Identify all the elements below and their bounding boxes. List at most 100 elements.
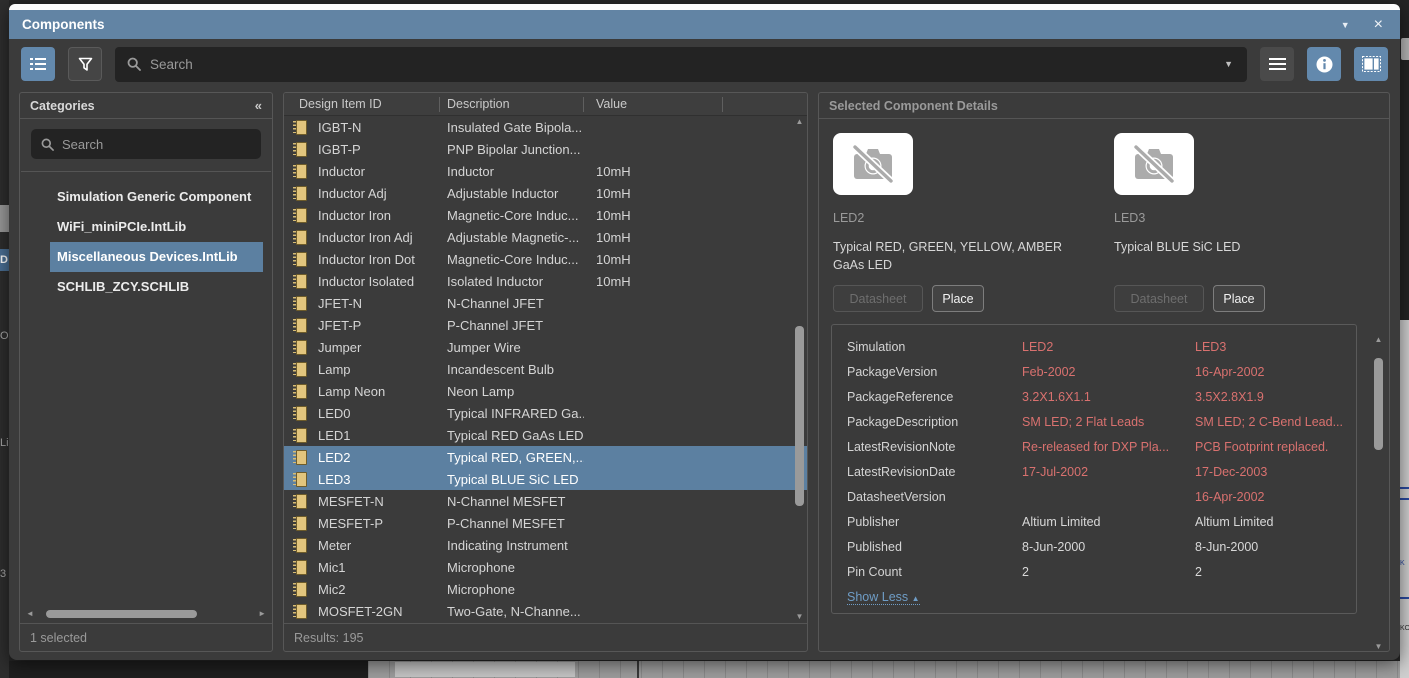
categories-search-input[interactable] xyxy=(62,136,251,152)
scroll-right-icon[interactable]: ► xyxy=(258,610,266,618)
table-row[interactable]: LED2 Typical RED, GREEN,... xyxy=(284,446,807,468)
table-row[interactable]: Mic2 Microphone xyxy=(284,578,807,600)
column-header[interactable]: Design Item ID xyxy=(284,96,440,112)
details-vertical-scrollbar[interactable]: ▲ ▼ xyxy=(1372,336,1385,651)
table-row[interactable]: MESFET-N N-Channel MESFET xyxy=(284,490,807,512)
description-cell: Microphone xyxy=(447,559,515,575)
property-row: PackageDescription SM LED; 2 Flat Leads SM… xyxy=(832,409,1356,434)
description-cell: Adjustable Inductor xyxy=(447,185,559,201)
property-value-led3: 3.5X2.8X1.9 xyxy=(1195,389,1264,404)
show-less-link[interactable]: Show Less ▲ xyxy=(847,590,920,605)
close-icon[interactable]: × xyxy=(1374,16,1383,33)
table-row[interactable]: Inductor Iron Magnetic-Core Induc... 10mH xyxy=(284,204,807,226)
component-icon-cell xyxy=(284,185,318,201)
place-button[interactable]: Place xyxy=(1213,285,1265,312)
table-row[interactable]: Jumper Jumper Wire xyxy=(284,336,807,358)
details-toggle-button[interactable] xyxy=(1307,47,1341,81)
panel-titlebar: Components ▼ × xyxy=(9,10,1400,39)
panel-content: Categories « Simulation Generic Componen… xyxy=(19,92,1390,652)
table-row[interactable]: Inductor Inductor 10mH xyxy=(284,160,807,182)
component-chip-icon xyxy=(292,141,307,157)
description-cell: Typical RED GaAs LED xyxy=(447,427,584,443)
category-list: Simulation Generic Component WiFi_miniPCI… xyxy=(20,172,272,605)
scrollbar-track[interactable] xyxy=(1374,344,1383,643)
place-button[interactable]: Place xyxy=(932,285,984,312)
panel-menu-button[interactable] xyxy=(1260,47,1294,81)
scrollbar-thumb[interactable] xyxy=(1374,358,1383,450)
table-row[interactable]: Mic1 Microphone xyxy=(284,556,807,578)
table-row[interactable]: IGBT-P PNP Bipolar Junction... xyxy=(284,138,807,160)
column-header[interactable]: Value xyxy=(584,96,723,112)
table-row[interactable]: Lamp Incandescent Bulb xyxy=(284,358,807,380)
table-row[interactable]: Inductor Adj Adjustable Inductor 10mH xyxy=(284,182,807,204)
property-value-led2: LED2 xyxy=(1022,339,1054,354)
table-row[interactable]: LED0 Typical INFRARED Ga... xyxy=(284,402,807,424)
component-icon-cell xyxy=(284,537,318,553)
split-view-button[interactable] xyxy=(1354,47,1388,81)
description-cell: Magnetic-Core Induc... xyxy=(447,251,579,267)
component-icon-cell xyxy=(284,339,318,355)
table-row[interactable]: LED1 Typical RED GaAs LED xyxy=(284,424,807,446)
table-row[interactable]: JFET-P P-Channel JFET xyxy=(284,314,807,336)
component-image-placeholder xyxy=(1114,133,1194,195)
component-icon-cell xyxy=(284,427,318,443)
search-dropdown-icon[interactable]: ▼ xyxy=(1224,59,1235,69)
category-item[interactable]: Simulation Generic Component xyxy=(20,182,272,212)
table-row[interactable]: Inductor Iron Dot Magnetic-Core Induc... 1… xyxy=(284,248,807,270)
value-cell: 10mH xyxy=(596,251,631,267)
property-name: LatestRevisionNote xyxy=(847,439,956,454)
table-body: IGBT-N Insulated Gate Bipola... IGBT-P PNP … xyxy=(284,116,807,623)
description-cell: Typical INFRARED Ga... xyxy=(447,405,584,421)
info-icon xyxy=(1316,56,1332,72)
filter-button[interactable] xyxy=(68,47,102,81)
component-chip-icon xyxy=(292,559,307,575)
design-item-id-cell: IGBT-P xyxy=(318,141,361,157)
design-item-id-cell: LED0 xyxy=(318,405,351,421)
category-item[interactable]: Miscellaneous Devices.IntLib xyxy=(50,242,263,272)
scrollbar-track[interactable] xyxy=(795,126,804,613)
scroll-up-icon[interactable]: ▲ xyxy=(796,118,804,126)
scroll-up-icon[interactable]: ▲ xyxy=(1375,336,1383,344)
background-text-fragment: Li xyxy=(0,437,9,449)
table-row[interactable]: Meter Indicating Instrument xyxy=(284,534,807,556)
categories-horizontal-scrollbar[interactable]: ◄ ► xyxy=(20,605,272,623)
column-header[interactable]: Description xyxy=(440,96,584,112)
scroll-down-icon[interactable]: ▼ xyxy=(1375,643,1383,651)
background-ruler-divider xyxy=(637,661,639,678)
property-row: PackageVersion Feb-2002 16-Apr-2002 xyxy=(832,359,1356,384)
category-item[interactable]: SCHLIB_ZCY.SCHLIB xyxy=(20,272,272,302)
table-row[interactable]: IGBT-N Insulated Gate Bipola... xyxy=(284,116,807,138)
scrollbar-thumb[interactable] xyxy=(45,610,198,618)
property-row: Simulation LED2 LED3 xyxy=(832,334,1356,359)
table-row[interactable]: Inductor Isolated Isolated Inductor 10mH xyxy=(284,270,807,292)
property-row: Published 8-Jun-2000 8-Jun-2000 xyxy=(832,534,1356,559)
component-chip-icon xyxy=(292,537,307,553)
table-vertical-scrollbar[interactable]: ▲ ▼ xyxy=(793,118,806,621)
property-name: Pin Count xyxy=(847,564,902,579)
property-value-led3: PCB Footprint replaced. xyxy=(1195,439,1329,454)
scroll-down-icon[interactable]: ▼ xyxy=(796,613,804,621)
category-item[interactable]: WiFi_miniPCIe.IntLib xyxy=(20,212,272,242)
table-row[interactable]: JFET-N N-Channel JFET xyxy=(284,292,807,314)
table-row[interactable]: MOSFET-2GN Two-Gate, N-Channe... xyxy=(284,600,807,622)
scrollbar-track[interactable] xyxy=(38,610,254,618)
panel-title: Components xyxy=(22,17,105,32)
table-row[interactable]: Lamp Neon Neon Lamp xyxy=(284,380,807,402)
panel-menu-icon[interactable]: ▼ xyxy=(1341,20,1350,30)
component-chip-icon xyxy=(292,449,307,465)
table-row[interactable]: MESFET-P P-Channel MESFET xyxy=(284,512,807,534)
component-icon-cell xyxy=(284,449,318,465)
design-item-id-cell: Inductor Iron Adj xyxy=(318,229,413,245)
property-value-led3: LED3 xyxy=(1195,339,1227,354)
background-text-fragment: 3 xyxy=(0,568,7,580)
search-input[interactable] xyxy=(150,56,1216,72)
collapse-icon[interactable]: « xyxy=(255,98,262,113)
card-buttons: Datasheet Place xyxy=(833,285,1114,312)
main-search-bar[interactable]: ▼ xyxy=(115,46,1247,82)
table-row[interactable]: LED3 Typical BLUE SiC LED xyxy=(284,468,807,490)
scrollbar-thumb[interactable] xyxy=(795,325,804,506)
categories-search-bar[interactable] xyxy=(31,129,261,159)
list-view-button[interactable] xyxy=(21,47,55,81)
scroll-left-icon[interactable]: ◄ xyxy=(26,610,34,618)
table-row[interactable]: Inductor Iron Adj Adjustable Magnetic-...… xyxy=(284,226,807,248)
